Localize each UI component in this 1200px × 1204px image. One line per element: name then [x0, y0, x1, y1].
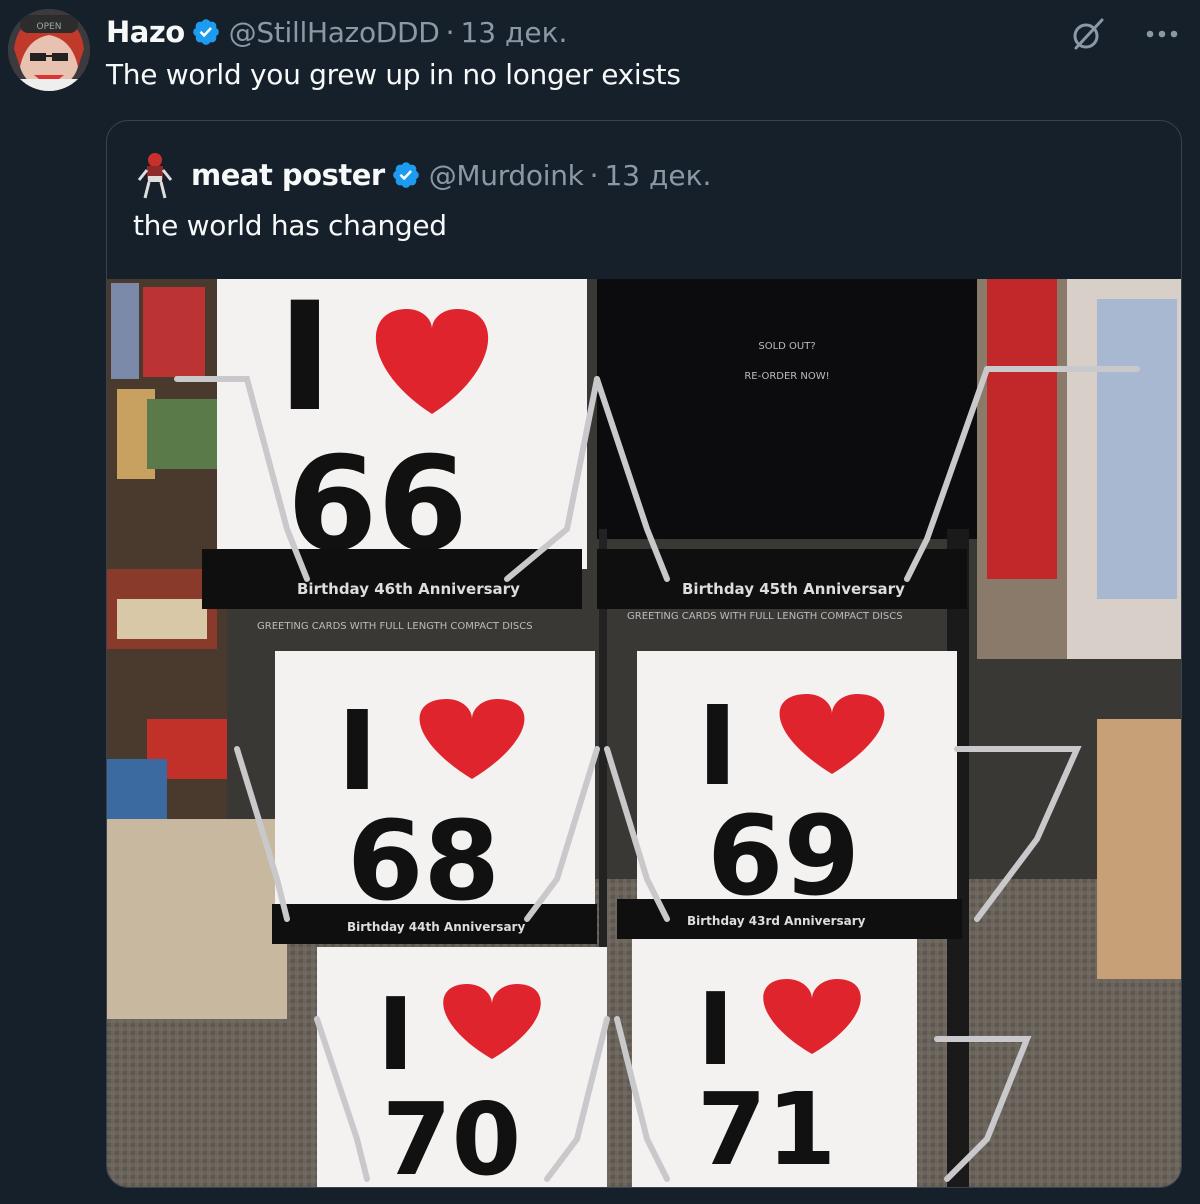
svg-text:I: I: [277, 279, 333, 445]
svg-text:70: 70: [382, 1081, 521, 1188]
card-strip-label-68: Birthday 44th Anniversary: [347, 920, 525, 934]
grok-button[interactable]: [1068, 14, 1108, 54]
card-strip-label-66: Birthday 46th Anniversary: [297, 580, 520, 598]
svg-text:I: I: [337, 687, 378, 815]
svg-text:71: 71: [697, 1071, 836, 1188]
svg-text:OPEN: OPEN: [37, 22, 62, 32]
quoted-tweet-card[interactable]: meat poster @Murdoink · 13 дек. the worl…: [106, 120, 1182, 1188]
card-strip-label-top-right: Birthday 45th Anniversary: [682, 580, 905, 598]
svg-text:I: I: [377, 976, 414, 1093]
svg-text:I: I: [697, 682, 738, 810]
tweet-text: The world you grew up in no longer exist…: [106, 58, 681, 91]
tweet-header: Hazo @StillHazoDDD · 13 дек.: [106, 12, 567, 52]
quoted-author-name[interactable]: meat poster: [191, 158, 385, 192]
verified-badge-icon: [192, 19, 219, 45]
greeting-card-69: I 69: [637, 651, 957, 920]
quoted-tweet-text: the world has changed: [133, 209, 447, 242]
more-options-button[interactable]: [1142, 14, 1182, 54]
tweet-date[interactable]: 13 дек.: [460, 16, 567, 49]
svg-text:SOLD OUT?: SOLD OUT?: [758, 341, 815, 352]
tweet-actions: [1068, 14, 1182, 54]
separator-dot: ·: [445, 15, 455, 49]
grok-icon: [1073, 18, 1104, 50]
greeting-card-66: I 66: [217, 279, 587, 580]
more-options-icon: [1146, 30, 1178, 38]
quoted-author-handle[interactable]: @Murdoink: [429, 159, 584, 192]
author-avatar[interactable]: OPEN: [8, 9, 90, 91]
greeting-card-71: I 71: [632, 939, 917, 1188]
author-handle[interactable]: @StillHazoDDD: [229, 16, 440, 49]
rack-sign-right: GREETING CARDS WITH FULL LENGTH COMPACT …: [627, 611, 903, 622]
rack-sign-left: GREETING CARDS WITH FULL LENGTH COMPACT …: [257, 621, 533, 632]
card-strip-label-69: Birthday 43rd Anniversary: [687, 914, 866, 928]
quoted-tweet-header: meat poster @Murdoink · 13 дек.: [135, 149, 711, 201]
quoted-tweet-date[interactable]: 13 дек.: [604, 159, 711, 192]
greeting-card-68: I 68: [275, 651, 595, 925]
author-name[interactable]: Hazo: [106, 15, 185, 49]
verified-badge-icon: [392, 162, 419, 188]
separator-dot: ·: [589, 158, 599, 192]
svg-text:RE-ORDER NOW!: RE-ORDER NOW!: [744, 371, 829, 382]
greeting-card-rack-photo[interactable]: SOLD OUT? RE-ORDER NOW! I 66 Birthday 46…: [107, 279, 1182, 1188]
quoted-author-avatar[interactable]: [135, 150, 175, 200]
